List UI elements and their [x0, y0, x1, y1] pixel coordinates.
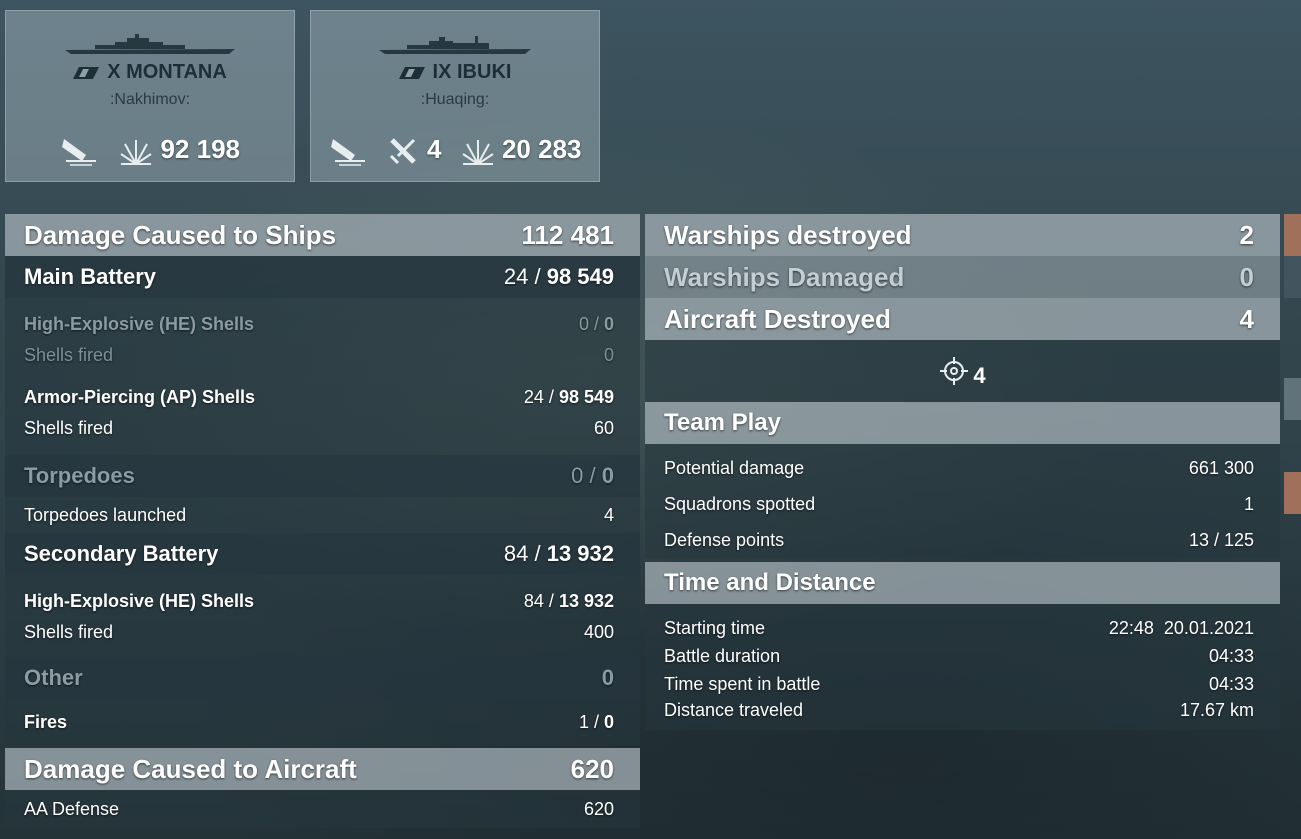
damage-ships-title: Damage Caused to Ships	[24, 219, 337, 250]
defense-points-row: Defense points 13 / 125	[645, 522, 1280, 558]
cruiser-silhouette-icon	[379, 36, 531, 54]
potential-damage-row: Potential damage 661 300	[645, 450, 1280, 486]
player-name: :Huaqing:	[420, 91, 490, 108]
other-header: Other 0	[5, 657, 640, 699]
player-name: :Nakhimov:	[109, 91, 191, 108]
edge-accent	[1284, 472, 1301, 514]
shot-down-plane-icon	[389, 138, 416, 165]
explosion-icon	[462, 140, 494, 166]
main-ap-shells-row: Shells fired 60	[5, 413, 640, 444]
explosion-icon	[120, 140, 152, 166]
aircraft-kills-detail: 4	[645, 340, 1280, 402]
ship-class-icon	[73, 66, 100, 79]
main-battery-header: Main Battery 24 / 98 549	[5, 256, 640, 298]
aircraft-destroyed-row: Aircraft Destroyed 4	[645, 298, 1280, 340]
ship-card-ibuki[interactable]: IX IBUKI :Huaqing: 4 20 283	[310, 10, 600, 182]
warships-damaged-row: Warships Damaged 0	[645, 256, 1280, 298]
battleship-silhouette-icon	[65, 34, 235, 54]
time-in-battle-row: Time spent in battle 04:33	[645, 670, 1280, 698]
edge-accent	[1284, 214, 1301, 256]
secondary-he-row: High-Explosive (HE) Shells 84 / 13 932	[5, 586, 640, 617]
torpedoes-launched-row: Torpedoes launched 4	[5, 497, 640, 533]
main-he-shells-row: Shells fired 0	[5, 340, 640, 371]
team-play-header: Team Play	[645, 402, 1280, 444]
edge-accent	[1284, 256, 1301, 298]
main-battery-label: Main Battery	[24, 264, 157, 289]
ship-card-montana[interactable]: X MONTANA :Nakhimov: 92 198	[5, 10, 295, 182]
damage-ships-total: 112 481	[521, 219, 614, 250]
squadrons-spotted-row: Squadrons spotted 1	[645, 486, 1280, 522]
battle-duration-row: Battle duration 04:33	[645, 642, 1280, 670]
damage-panel: Damage Caused to Ships 112 481 Main Batt…	[5, 214, 640, 828]
warships-destroyed-row: Warships destroyed 2	[645, 214, 1280, 256]
sunk-ship-icon	[329, 133, 369, 167]
aa-defense-row: AA Defense 620	[5, 790, 640, 828]
ship-name: X MONTANA	[6, 61, 294, 84]
aircraft-kill-count: 4	[973, 363, 986, 388]
ship-name: IX IBUKI	[311, 61, 599, 84]
main-ap-row: Armor-Piercing (AP) Shells 24 / 98 549	[5, 382, 640, 413]
damage-stat: 92 198	[119, 134, 240, 166]
main-battery-value: 24 / 98 549	[503, 264, 614, 289]
distance-row: Distance traveled 17.67 km	[645, 698, 1280, 730]
summary-panel: Warships destroyed 2 Warships Damaged 0 …	[645, 214, 1280, 730]
ship-class-icon	[398, 66, 425, 79]
ship-stats: 92 198	[6, 133, 294, 167]
crosshair-icon	[940, 357, 969, 385]
main-he-row: High-Explosive (HE) Shells 0 / 0	[5, 309, 640, 340]
time-distance-header: Time and Distance	[645, 562, 1280, 604]
edge-accent	[1284, 378, 1301, 420]
planes-shot-stat: 4	[388, 134, 441, 166]
torpedoes-header: Torpedoes 0 / 0	[5, 455, 640, 497]
secondary-shells-row: Shells fired 400	[5, 617, 640, 648]
secondary-header: Secondary Battery 84 / 13 932	[5, 533, 640, 575]
sunk-ship-icon	[60, 133, 100, 167]
starting-time-row: Starting time 22:48 20.01.2021	[645, 614, 1280, 642]
damage-aircraft-header: Damage Caused to Aircraft 620	[5, 748, 640, 790]
damage-ships-header: Damage Caused to Ships 112 481	[5, 214, 640, 256]
fires-row: Fires 1 / 0	[5, 699, 640, 745]
ship-stats: 4 20 283	[311, 133, 599, 167]
damage-stat: 20 283	[461, 134, 581, 166]
